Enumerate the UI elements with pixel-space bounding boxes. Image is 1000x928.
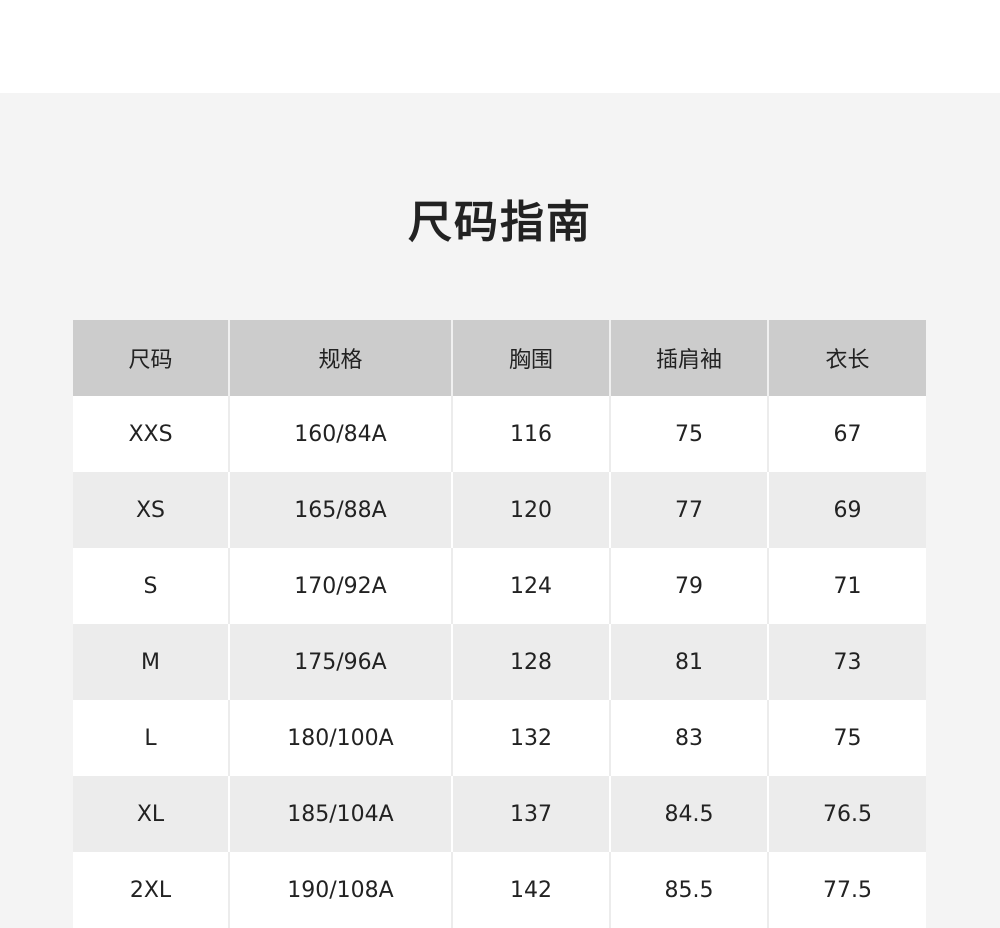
top-band: [0, 0, 1000, 93]
table-row: M 175/96A 128 81 73: [73, 624, 926, 700]
header-length: 衣长: [768, 320, 926, 396]
cell-size: XXS: [73, 396, 230, 472]
cell-spec: 165/88A: [229, 472, 453, 548]
cell-spec: 190/108A: [229, 852, 453, 928]
cell-size: S: [73, 548, 230, 624]
cell-raglan-sleeve: 84.5: [610, 776, 769, 852]
cell-raglan-sleeve: 79: [610, 548, 769, 624]
cell-chest: 120: [452, 472, 611, 548]
header-raglan-sleeve: 插肩袖: [610, 320, 769, 396]
cell-chest: 116: [452, 396, 611, 472]
cell-chest: 137: [452, 776, 611, 852]
cell-size: XL: [73, 776, 230, 852]
cell-spec: 170/92A: [229, 548, 453, 624]
cell-length: 76.5: [768, 776, 926, 852]
cell-length: 77.5: [768, 852, 926, 928]
cell-spec: 180/100A: [229, 700, 453, 776]
cell-spec: 160/84A: [229, 396, 453, 472]
cell-raglan-sleeve: 83: [610, 700, 769, 776]
cell-raglan-sleeve: 85.5: [610, 852, 769, 928]
cell-spec: 185/104A: [229, 776, 453, 852]
cell-spec: 175/96A: [229, 624, 453, 700]
cell-chest: 124: [452, 548, 611, 624]
cell-chest: 132: [452, 700, 611, 776]
cell-length: 69: [768, 472, 926, 548]
header-spec: 规格: [229, 320, 453, 396]
cell-length: 75: [768, 700, 926, 776]
cell-size: M: [73, 624, 230, 700]
cell-chest: 142: [452, 852, 611, 928]
size-guide-panel: 尺码指南 尺码 规格 胸围 插肩袖 衣长 XXS 160/84A 116 75 …: [0, 93, 1000, 928]
header-size: 尺码: [73, 320, 230, 396]
cell-length: 73: [768, 624, 926, 700]
size-table: 尺码 规格 胸围 插肩袖 衣长 XXS 160/84A 116 75 67 XS…: [73, 320, 926, 928]
table-row: S 170/92A 124 79 71: [73, 548, 926, 624]
cell-size: 2XL: [73, 852, 230, 928]
cell-raglan-sleeve: 77: [610, 472, 769, 548]
cell-length: 67: [768, 396, 926, 472]
table-row: L 180/100A 132 83 75: [73, 700, 926, 776]
cell-size: L: [73, 700, 230, 776]
page-title: 尺码指南: [408, 197, 592, 248]
header-row: 尺码 规格 胸围 插肩袖 衣长: [73, 320, 926, 396]
cell-size: XS: [73, 472, 230, 548]
table-row: XXS 160/84A 116 75 67: [73, 396, 926, 472]
size-table-body: XXS 160/84A 116 75 67 XS 165/88A 120 77 …: [73, 396, 926, 928]
size-table-header: 尺码 规格 胸围 插肩袖 衣长: [73, 320, 926, 396]
cell-length: 71: [768, 548, 926, 624]
table-row: XS 165/88A 120 77 69: [73, 472, 926, 548]
header-chest: 胸围: [452, 320, 611, 396]
table-row: XL 185/104A 137 84.5 76.5: [73, 776, 926, 852]
cell-raglan-sleeve: 75: [610, 396, 769, 472]
cell-chest: 128: [452, 624, 611, 700]
cell-raglan-sleeve: 81: [610, 624, 769, 700]
table-row: 2XL 190/108A 142 85.5 77.5: [73, 852, 926, 928]
